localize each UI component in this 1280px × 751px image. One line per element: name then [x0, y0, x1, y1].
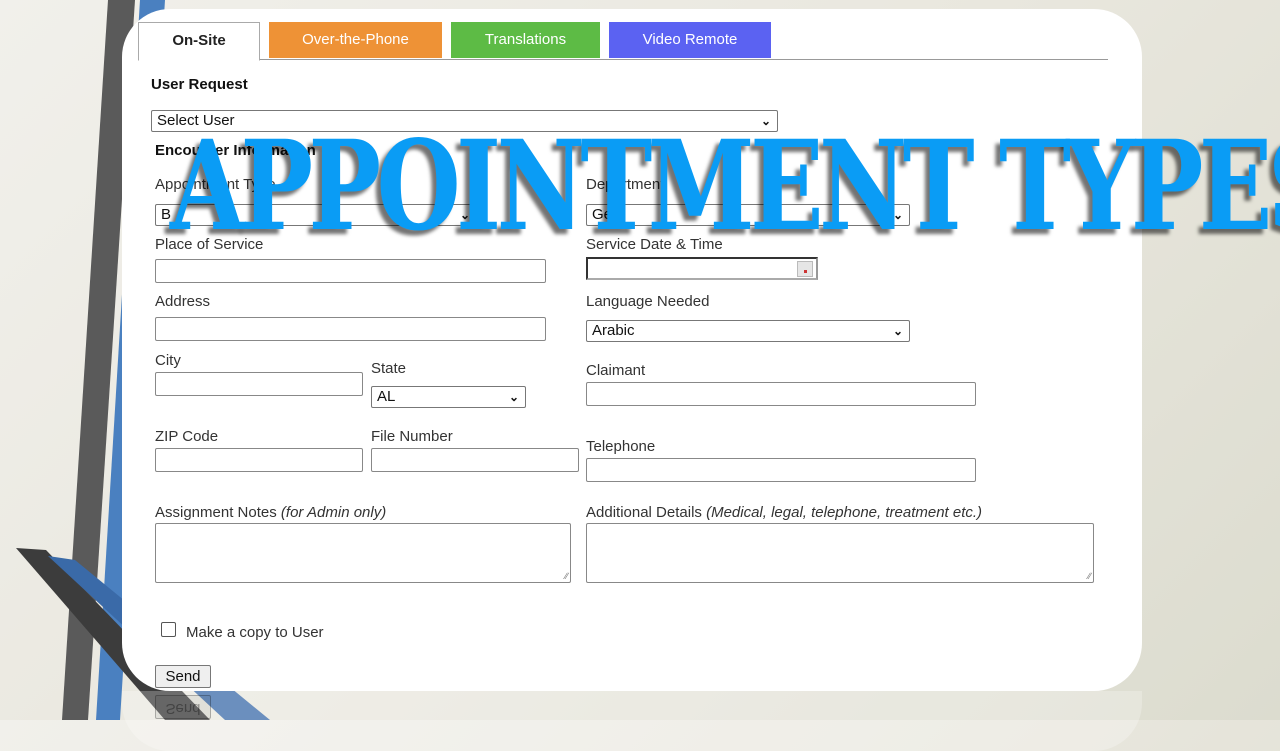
state-select[interactable]: AL ⌄ [371, 386, 526, 408]
copy-to-user-checkbox[interactable] [161, 622, 176, 637]
chevron-down-icon: ⌄ [508, 390, 519, 404]
calendar-icon[interactable] [797, 261, 813, 277]
chevron-down-icon: ⌄ [892, 324, 903, 338]
state-value: AL [377, 388, 396, 405]
tab-bar: On-Site Over-the-Phone Translations Vide… [138, 22, 1108, 61]
assignment-notes-label-text: Assignment Notes [155, 504, 277, 521]
file-number-label: File Number [371, 428, 453, 445]
additional-details-label: Additional Details (Medical, legal, tele… [586, 504, 982, 521]
assignment-notes-hint: (for Admin only) [280, 504, 387, 521]
copy-to-user-label[interactable]: Make a copy to User [186, 624, 324, 641]
language-needed-select[interactable]: Arabic ⌄ [586, 320, 910, 342]
tab-on-site[interactable]: On-Site [138, 22, 260, 61]
language-needed-value: Arabic [592, 322, 635, 339]
city-label: City [155, 352, 181, 369]
telephone-label: Telephone [586, 438, 656, 455]
zip-code-label: ZIP Code [155, 428, 219, 445]
resize-grip-icon[interactable]: ∕∕ [565, 571, 568, 581]
address-input[interactable] [155, 317, 546, 341]
place-of-service-input[interactable] [155, 259, 546, 283]
file-number-input[interactable] [371, 448, 579, 472]
user-request-heading: User Request [151, 76, 248, 93]
send-button[interactable]: Send [155, 665, 211, 688]
resize-grip-icon[interactable]: ∕∕ [1088, 571, 1091, 581]
tab-video-remote[interactable]: Video Remote [609, 22, 771, 58]
additional-details-hint: (Medical, legal, telephone, treatment et… [706, 504, 983, 521]
language-needed-label: Language Needed [586, 293, 710, 310]
state-label: State [371, 360, 407, 377]
address-label: Address [155, 293, 211, 310]
city-input[interactable] [155, 372, 363, 396]
tab-translations[interactable]: Translations [451, 22, 600, 58]
tab-over-the-phone[interactable]: Over-the-Phone [269, 22, 442, 58]
additional-details-textarea[interactable]: ∕∕ [586, 523, 1094, 583]
claimant-input[interactable] [586, 382, 976, 406]
claimant-label: Claimant [586, 362, 646, 379]
telephone-input[interactable] [586, 458, 976, 482]
additional-details-label-text: Additional Details [586, 504, 702, 521]
assignment-notes-textarea[interactable]: ∕∕ [155, 523, 571, 583]
appointment-types-title-overlay: APPOINTMENT TYPES [170, 114, 1280, 259]
card-reflection [122, 691, 1142, 751]
send-button-reflection: Send [155, 695, 211, 719]
zip-code-input[interactable] [155, 448, 363, 472]
service-datetime-input[interactable] [586, 257, 818, 280]
assignment-notes-label: Assignment Notes (for Admin only) [155, 504, 386, 521]
